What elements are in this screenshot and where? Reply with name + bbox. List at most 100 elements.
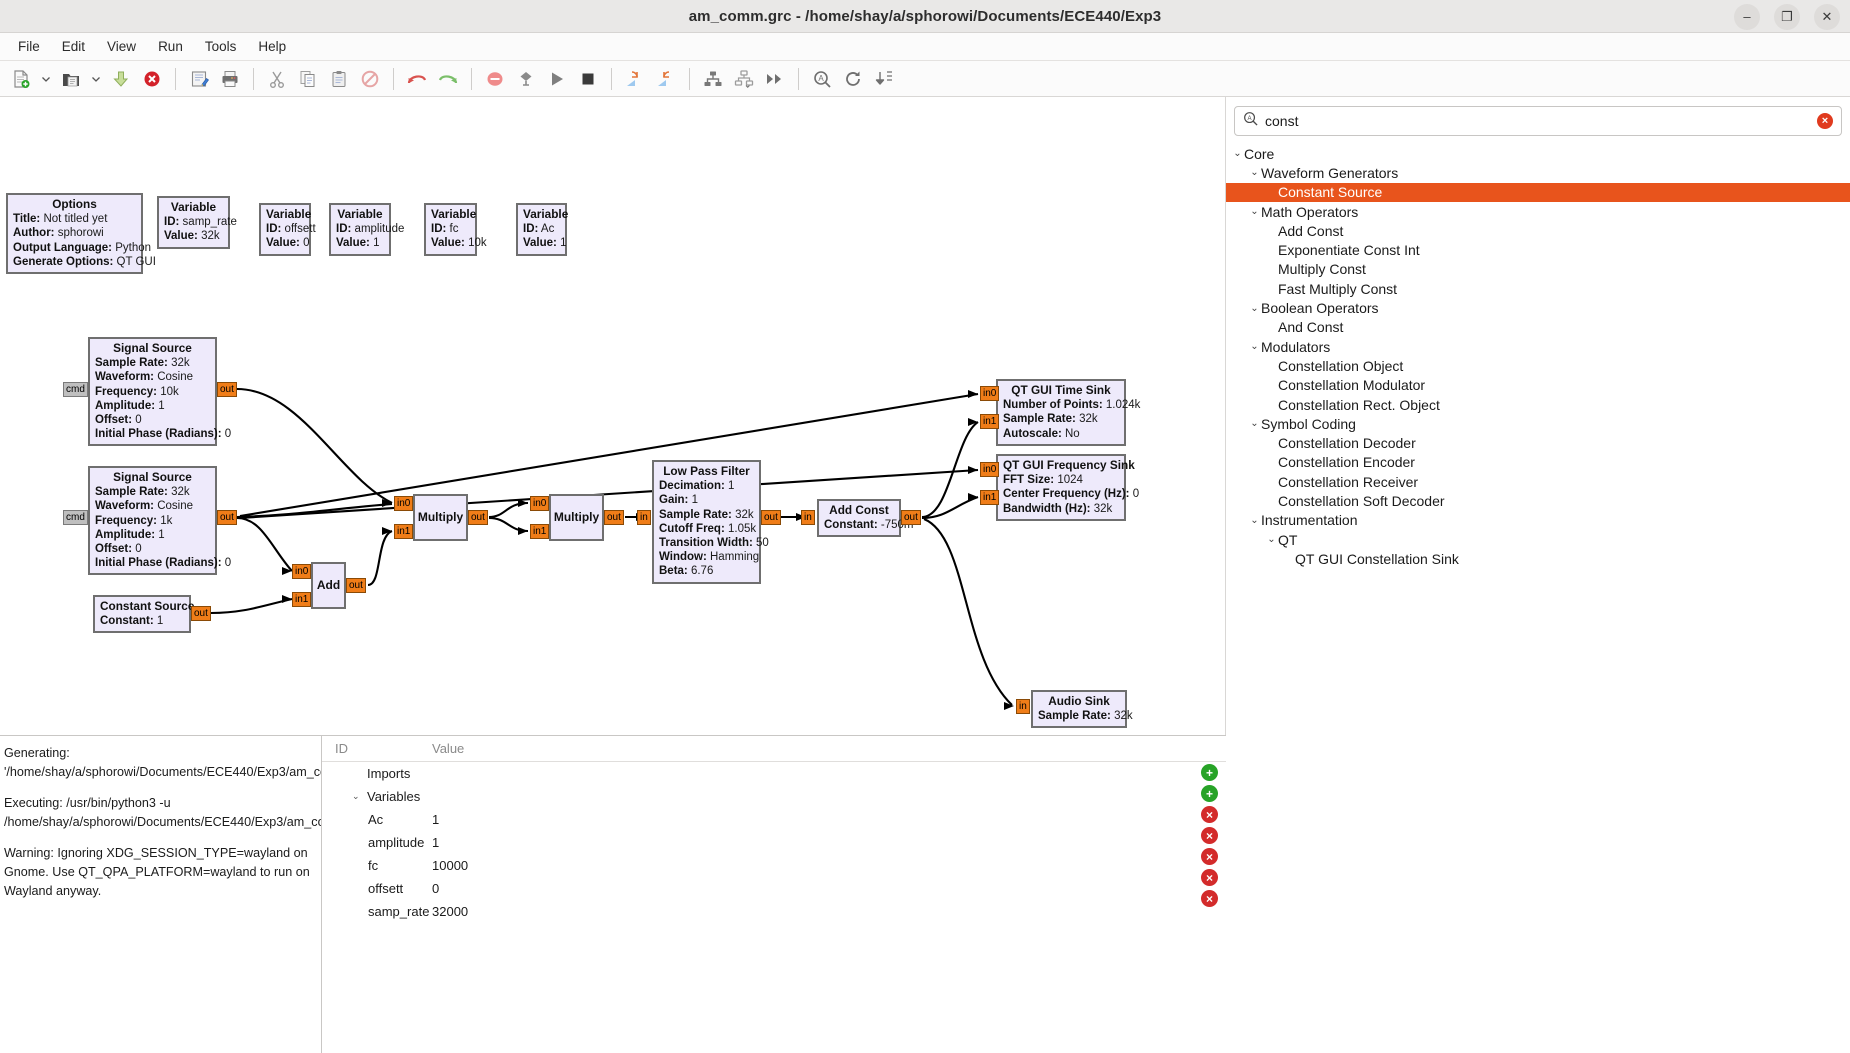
stop-icon[interactable]: [573, 64, 603, 94]
tree-node-constellation-modulator[interactable]: Constellation Modulator: [1226, 376, 1850, 395]
chevron-down-icon[interactable]: ⌄: [1248, 341, 1261, 352]
add-block[interactable]: Add: [311, 562, 346, 609]
port-cmd-in[interactable]: cmd: [63, 382, 88, 397]
cut-icon[interactable]: [262, 64, 292, 94]
new-file-icon[interactable]: [6, 64, 36, 94]
print-icon[interactable]: [215, 64, 245, 94]
menu-edit[interactable]: Edit: [52, 35, 95, 58]
port-in0[interactable]: in0: [980, 462, 1000, 477]
console-output[interactable]: Generating: '/home/shay/a/sphorowi/Docum…: [0, 736, 322, 1053]
port-in0[interactable]: in0: [394, 496, 414, 511]
tree-node-qt[interactable]: ⌄ QT: [1226, 530, 1850, 549]
block-tree[interactable]: ⌄ Core ⌄ Waveform Generators Constant Sour…: [1226, 142, 1850, 1053]
minimize-button[interactable]: –: [1734, 3, 1760, 30]
port-in1[interactable]: in1: [980, 414, 1000, 429]
menu-help[interactable]: Help: [248, 35, 296, 58]
variable-ac-block[interactable]: Variable ID: Ac Value: 1: [516, 203, 568, 256]
remove-button[interactable]: ×: [1201, 827, 1218, 844]
multiply-1-block[interactable]: Multiply: [413, 494, 468, 541]
delete-icon[interactable]: [355, 64, 385, 94]
add-const-block[interactable]: Add Const Constant: -750m: [817, 499, 913, 538]
redo-icon[interactable]: [433, 64, 463, 94]
remove-button[interactable]: ×: [1201, 848, 1218, 865]
run-icon[interactable]: [542, 64, 572, 94]
chevron-down-icon[interactable]: ⌄: [1248, 303, 1261, 314]
close-button[interactable]: ✕: [1814, 3, 1840, 30]
open-folder-icon[interactable]: [56, 64, 86, 94]
chevron-down-icon[interactable]: ⌄: [1265, 534, 1278, 545]
variable-samp-rate-block[interactable]: Variable ID: samp_rate Value: 32k: [157, 196, 237, 249]
variables-row-amplitude[interactable]: amplitude 1: [322, 831, 1226, 854]
search-input[interactable]: [1265, 113, 1810, 129]
tree-node-constant-source[interactable]: Constant Source: [1226, 182, 1850, 202]
tree-node-constellation-encoder[interactable]: Constellation Encoder: [1226, 453, 1850, 472]
tree-node-math-operators[interactable]: ⌄ Math Operators: [1226, 202, 1850, 221]
close-icon[interactable]: [137, 64, 167, 94]
port-in1[interactable]: in1: [530, 524, 550, 539]
chevron-down-icon[interactable]: ⌄: [1248, 418, 1261, 429]
search-box[interactable]: A ×: [1234, 106, 1842, 136]
tree-node-boolean-operators[interactable]: ⌄ Boolean Operators: [1226, 298, 1850, 317]
remove-button[interactable]: ×: [1201, 890, 1218, 907]
variables-row-variables[interactable]: ⌄ Variables: [322, 785, 1226, 808]
tree-node-waveform-generators[interactable]: ⌄ Waveform Generators: [1226, 163, 1850, 182]
constant-source-block[interactable]: Constant Source Constant: 1: [93, 595, 194, 634]
tree-node-modulators[interactable]: ⌄ Modulators: [1226, 337, 1850, 356]
tree-node-multiply-const[interactable]: Multiply Const: [1226, 260, 1850, 279]
qt-gui-time-sink-block[interactable]: QT GUI Time Sink Number of Points: 1.024…: [996, 379, 1140, 446]
variable-amplitude-block[interactable]: Variable ID: amplitude Value: 1: [329, 203, 404, 256]
tree-node-constellation-object[interactable]: Constellation Object: [1226, 356, 1850, 375]
qt-gui-frequency-sink-block[interactable]: QT GUI Frequency Sink FFT Size: 1024 Cen…: [996, 454, 1139, 521]
execute-icon[interactable]: [760, 64, 790, 94]
save-icon[interactable]: [106, 64, 136, 94]
open-folder-dropdown-icon[interactable]: [87, 64, 105, 94]
chevron-down-icon[interactable]: ⌄: [1248, 167, 1261, 178]
variables-row-samp-rate[interactable]: samp_rate 32000: [322, 900, 1226, 923]
port-out[interactable]: out: [191, 606, 211, 621]
undo-icon[interactable]: [402, 64, 432, 94]
menu-view[interactable]: View: [97, 35, 146, 58]
arrange-icon[interactable]: [869, 64, 899, 94]
add-variable-button[interactable]: +: [1201, 785, 1218, 802]
port-in1[interactable]: in1: [292, 592, 312, 607]
flowgraph-icon[interactable]: [698, 64, 728, 94]
port-in1[interactable]: in1: [980, 490, 1000, 505]
tree-node-fast-multiply-const[interactable]: Fast Multiply Const: [1226, 279, 1850, 298]
signal-source-message-block[interactable]: Signal Source Sample Rate: 32k Waveform:…: [88, 466, 231, 576]
variable-fc-block[interactable]: Variable ID: fc Value: 10k: [424, 203, 487, 256]
tree-node-constellation-receiver[interactable]: Constellation Receiver: [1226, 472, 1850, 491]
copy-icon[interactable]: [293, 64, 323, 94]
port-in1[interactable]: in1: [394, 524, 414, 539]
chevron-down-icon[interactable]: ⌄: [352, 791, 362, 802]
signal-source-carrier-block[interactable]: Signal Source Sample Rate: 32k Waveform:…: [88, 337, 231, 447]
variables-row-imports[interactable]: Imports: [322, 762, 1226, 785]
variables-row-offsett[interactable]: offsett 0: [322, 877, 1226, 900]
rotate-right-icon[interactable]: [651, 64, 681, 94]
menu-run[interactable]: Run: [148, 35, 193, 58]
paste-icon[interactable]: [324, 64, 354, 94]
tree-node-constellation-decoder[interactable]: Constellation Decoder: [1226, 433, 1850, 452]
tree-node-instrumentation[interactable]: ⌄ Instrumentation: [1226, 511, 1850, 530]
flowgraph-dropdown-icon[interactable]: [729, 64, 759, 94]
remove-button[interactable]: ×: [1201, 806, 1218, 823]
options-block[interactable]: Options Title: Not titled yet Author: sp…: [6, 193, 156, 275]
port-in0[interactable]: in0: [530, 496, 550, 511]
variables-row-ac[interactable]: Ac 1: [322, 808, 1226, 831]
port-out[interactable]: out: [217, 382, 237, 397]
reload-icon[interactable]: [838, 64, 868, 94]
variables-row-fc[interactable]: fc 10000: [322, 854, 1226, 877]
port-out[interactable]: out: [604, 510, 624, 525]
port-in[interactable]: in: [1016, 699, 1030, 714]
enable-icon[interactable]: [511, 64, 541, 94]
port-in[interactable]: in: [637, 510, 651, 525]
tree-node-add-const[interactable]: Add Const: [1226, 221, 1850, 240]
audio-sink-block[interactable]: Audio Sink Sample Rate: 32k: [1031, 690, 1133, 729]
tree-node-core[interactable]: ⌄ Core: [1226, 144, 1850, 163]
flowgraph-canvas[interactable]: Options Title: Not titled yet Author: sp…: [0, 97, 1226, 735]
edit-icon[interactable]: [184, 64, 214, 94]
port-out[interactable]: out: [901, 510, 921, 525]
port-out[interactable]: out: [468, 510, 488, 525]
chevron-down-icon[interactable]: ⌄: [1231, 148, 1244, 159]
tree-node-symbol-coding[interactable]: ⌄ Symbol Coding: [1226, 414, 1850, 433]
port-in[interactable]: in: [801, 510, 815, 525]
